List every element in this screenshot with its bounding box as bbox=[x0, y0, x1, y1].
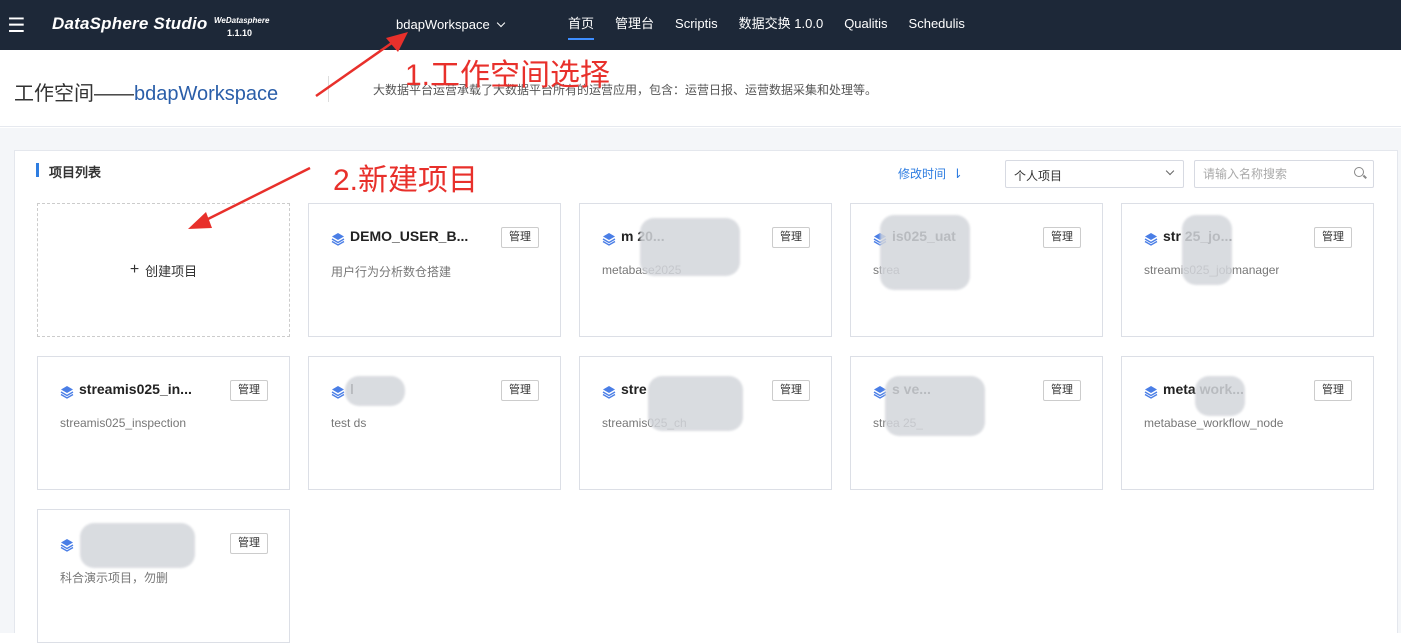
layers-icon bbox=[331, 233, 345, 246]
manage-button[interactable]: 管理 bbox=[501, 227, 539, 248]
project-filter-value: 个人项目 bbox=[1014, 169, 1063, 183]
manage-button[interactable]: 管理 bbox=[501, 380, 539, 401]
workspace-selector-label: bdapWorkspace bbox=[396, 17, 490, 32]
workspace-header: 工作空间——bdapWorkspace 大数据平台运营承载了大数据平台所有的运营… bbox=[0, 50, 1401, 127]
project-description: test ds bbox=[331, 416, 367, 430]
redaction-blur bbox=[640, 218, 740, 276]
workspace-title-name: bdapWorkspace bbox=[134, 83, 279, 105]
layers-icon bbox=[602, 233, 616, 246]
manage-button[interactable]: 管理 bbox=[772, 227, 810, 248]
project-card[interactable]: l管理test ds bbox=[308, 356, 561, 490]
chevron-down-icon bbox=[1165, 166, 1175, 176]
project-description: 用户行为分析数仓搭建 bbox=[331, 265, 452, 279]
layers-icon bbox=[331, 386, 345, 399]
project-card[interactable]: DEMO_USER_B... 管理用户行为分析数仓搭建 bbox=[308, 203, 561, 337]
manage-button[interactable]: 管理 bbox=[1314, 380, 1352, 401]
workspace-title-prefix: 工作空间—— bbox=[14, 83, 134, 105]
redaction-blur bbox=[80, 523, 195, 568]
project-search-input[interactable] bbox=[1194, 160, 1374, 188]
plus-icon: + bbox=[129, 261, 140, 278]
nav-qualitis[interactable]: Qualitis bbox=[844, 0, 887, 50]
project-card[interactable]: meta work...管理metabase_workflow_node bbox=[1121, 356, 1374, 490]
manage-button[interactable]: 管理 bbox=[1043, 380, 1081, 401]
redaction-blur bbox=[880, 215, 970, 290]
sort-label: 修改时间 bbox=[898, 167, 947, 181]
redaction-blur bbox=[345, 376, 405, 406]
project-description: metabase_workflow_node bbox=[1144, 416, 1284, 430]
workspace-title: 工作空间——bdapWorkspace bbox=[14, 77, 278, 106]
logo-brand-sup: WeDatasphere bbox=[214, 16, 270, 25]
sort-by-modified[interactable]: 修改时间 ⇂ bbox=[898, 165, 963, 182]
project-filter-select[interactable]: 个人项目 bbox=[1005, 160, 1184, 188]
project-description: streamis025_inspection bbox=[60, 416, 187, 430]
app-logo[interactable]: DataSphere Studio bbox=[52, 14, 207, 34]
layers-icon bbox=[60, 539, 74, 552]
sort-icon: ⇂ bbox=[952, 165, 963, 181]
redaction-blur bbox=[648, 376, 743, 431]
nav-home[interactable]: 首页 bbox=[568, 0, 595, 50]
project-name[interactable]: streamis025_in... bbox=[79, 381, 192, 397]
layers-icon bbox=[602, 386, 616, 399]
app-version: 1.1.10 bbox=[227, 28, 253, 38]
workspace-selector[interactable]: bdapWorkspace bbox=[396, 17, 505, 32]
manage-button[interactable]: 管理 bbox=[1314, 227, 1352, 248]
redaction-blur bbox=[1195, 376, 1245, 416]
manage-button[interactable]: 管理 bbox=[230, 533, 268, 554]
layers-icon bbox=[60, 386, 74, 399]
project-card[interactable]: str 25_jo...管理streamis025_jobmanager bbox=[1121, 203, 1374, 337]
project-description: 科合演示项目，勿删 bbox=[60, 571, 169, 585]
create-project-label: 创建项目 bbox=[145, 263, 198, 279]
nav-scriptis[interactable]: Scriptis bbox=[675, 0, 718, 50]
nav-schedulis[interactable]: Schedulis bbox=[909, 0, 965, 50]
main-nav: 首页 管理台 Scriptis 数据交换 1.0.0 Qualitis Sche… bbox=[568, 0, 986, 50]
top-navbar: ☰ DataSphere Studio WeDatasphere 1.1.10 … bbox=[0, 0, 1401, 50]
redaction-blur bbox=[885, 376, 985, 436]
chevron-down-icon bbox=[496, 18, 505, 27]
annotation-step-1: 1.工作空间选择 bbox=[405, 59, 611, 92]
hamburger-icon[interactable]: ☰ bbox=[0, 0, 33, 50]
manage-button[interactable]: 管理 bbox=[772, 380, 810, 401]
project-card[interactable]: streamis025_in... 管理 streamis025_inspectio… bbox=[37, 356, 290, 490]
search-icon[interactable] bbox=[1354, 167, 1364, 177]
annotation-step-2: 2.新建项目 bbox=[333, 164, 479, 197]
manage-button[interactable]: 管理 bbox=[230, 380, 268, 401]
layers-icon bbox=[1144, 233, 1158, 246]
divider bbox=[328, 76, 329, 102]
project-name[interactable]: stre bbox=[621, 381, 647, 397]
project-name[interactable]: DEMO_USER_B... bbox=[350, 228, 468, 244]
nav-exchangis[interactable]: 数据交换 1.0.0 bbox=[739, 0, 824, 50]
layers-icon bbox=[1144, 386, 1158, 399]
manage-button[interactable]: 管理 bbox=[1043, 227, 1081, 248]
nav-admin[interactable]: 管理台 bbox=[615, 0, 654, 50]
create-project-card[interactable]: + 创建项目 bbox=[37, 203, 290, 337]
redaction-blur bbox=[1182, 215, 1232, 285]
project-list-title: 项目列表 bbox=[36, 162, 101, 181]
